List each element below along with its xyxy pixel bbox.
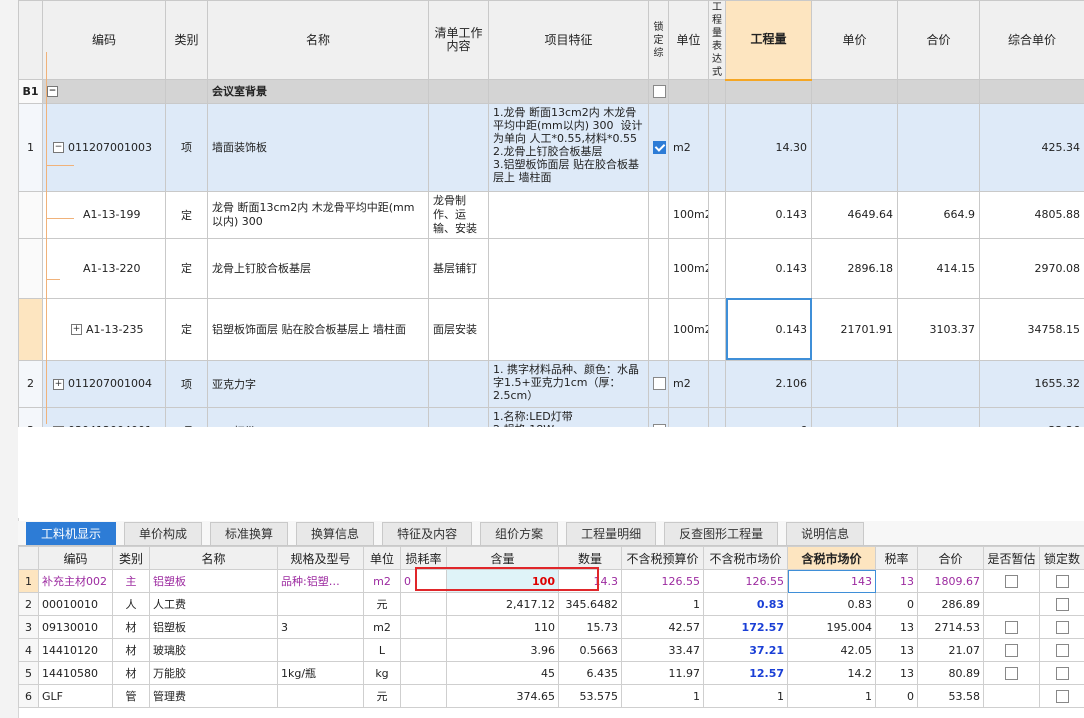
expand-icon[interactable]: + <box>53 378 64 390</box>
table-row[interactable]: 4 14410120 材 玻璃胶 L 3.96 0.5663 33.47 37.… <box>18 638 1084 662</box>
lock-checkbox-checked[interactable] <box>653 140 666 154</box>
table-row[interactable]: 3 09130010 材 铝塑板 3 m2 110 15.73 42.57 17… <box>18 615 1084 639</box>
tab-price-composition[interactable]: 单价构成 <box>124 522 203 545</box>
lcol-rate[interactable]: 税率 <box>875 546 918 570</box>
grid-empty-area <box>18 427 1084 518</box>
tree-line <box>46 52 47 424</box>
tab-standard-conversion[interactable]: 标准换算 <box>210 522 289 545</box>
group-name: 会议室背景 <box>207 79 429 104</box>
tab-conversion-info[interactable]: 换算信息 <box>296 522 375 545</box>
table-row[interactable]: A1-13-199 定 龙骨 断面13cm2内 木龙骨平均中距(mm以内) 30… <box>18 190 1084 239</box>
lcol-total[interactable]: 合价 <box>917 546 984 570</box>
left-row-strip <box>0 0 19 718</box>
table-row-selected[interactable]: + A1-13-235 定 铝塑板饰面层 贴在胶合板基层上 墙柱面 面层安装 10… <box>18 297 1084 361</box>
col-rownum <box>18 0 43 80</box>
lcol-pre-market[interactable]: 不含税市场价 <box>703 546 788 570</box>
lcol-qty[interactable]: 数量 <box>558 546 622 570</box>
content-input-cell[interactable]: 100 <box>446 569 559 593</box>
lcol-provisional[interactable]: 是否暂估 <box>983 546 1040 570</box>
collapse-icon[interactable]: − <box>53 142 64 153</box>
table-row[interactable]: 2 00010010 人 人工费 元 2,417.12 345.6482 1 0… <box>18 592 1084 616</box>
col-feature[interactable]: 项目特征 <box>488 0 649 80</box>
provisional-checkbox[interactable] <box>1005 574 1018 588</box>
materials-grid: 编码 类别 名称 规格及型号 单位 损耗率 含量 数量 不含税预算价 不含税市场… <box>18 546 1084 708</box>
lock-qty-checkbox[interactable] <box>1055 620 1069 634</box>
lcol-lock-qty[interactable]: 锁定数 <box>1039 546 1084 570</box>
lcol-loss[interactable]: 损耗率 <box>400 546 447 570</box>
tab-reverse-lookup[interactable]: 反查图形工程量 <box>664 522 779 545</box>
lcol-name[interactable]: 名称 <box>149 546 278 570</box>
table-row[interactable]: 1 补充主材002 主 铝塑板 品种:铝塑… m2 0 100 14.3 126… <box>18 569 1084 593</box>
tab-features-content[interactable]: 特征及内容 <box>382 522 473 545</box>
col-work-content[interactable]: 清单工作内容 <box>428 0 489 80</box>
bill-items-grid: 编码 类别 名称 清单工作内容 项目特征 锁定综 单位 工程量表达式 工程量 单… <box>18 0 1084 477</box>
lcol-type[interactable]: 类别 <box>112 546 150 570</box>
col-code[interactable]: 编码 <box>42 0 166 80</box>
expand-icon[interactable]: + <box>71 324 82 335</box>
provisional-checkbox[interactable] <box>1005 620 1018 634</box>
col-unit[interactable]: 单位 <box>668 0 709 80</box>
provisional-checkbox[interactable] <box>1005 666 1018 680</box>
group-lock-checkbox[interactable] <box>653 85 666 98</box>
lock-qty-checkbox[interactable] <box>1055 597 1069 611</box>
table-row[interactable]: 2 +011207001004 项 亚克力字 1. 携字材料品种、颜色：水晶字1… <box>18 359 1084 408</box>
upper-header-row: 编码 类别 名称 清单工作内容 项目特征 锁定综 单位 工程量表达式 工程量 单… <box>18 0 1084 81</box>
group-rownum: B1 <box>18 79 43 104</box>
tree-line <box>46 165 74 166</box>
col-unit-price[interactable]: 综合单价 <box>979 0 1084 80</box>
lcol-content[interactable]: 含量 <box>446 546 559 570</box>
col-qty[interactable]: 工程量 <box>725 0 812 81</box>
code-cell[interactable]: +011207001004 <box>42 359 166 408</box>
col-type[interactable]: 类别 <box>165 0 208 80</box>
feature-cell[interactable]: 1.龙骨 断面13cm2内 木龙骨平均中距(mm以内) 300 设计为单向 人工… <box>488 102 649 192</box>
col-qty-expr[interactable]: 工程量表达式 <box>708 0 726 80</box>
lock-qty-checkbox[interactable] <box>1055 666 1069 680</box>
lock-checkbox[interactable] <box>653 377 666 391</box>
active-qty-cell[interactable]: 0.143 <box>725 297 812 361</box>
group-code-cell[interactable]: − <box>42 79 166 104</box>
lcol-tax-market[interactable]: 含税市场价 <box>787 546 876 570</box>
code-cell[interactable]: + A1-13-235 <box>42 297 166 361</box>
lower-header-row: 编码 类别 名称 规格及型号 单位 损耗率 含量 数量 不含税预算价 不含税市场… <box>18 546 1084 570</box>
lcol-code[interactable]: 编码 <box>38 546 113 570</box>
table-row[interactable]: 1 −011207001003 项 墙面装饰板 1.龙骨 断面13cm2内 木龙… <box>18 102 1084 192</box>
collapse-icon[interactable]: − <box>47 86 58 98</box>
lcol-unit[interactable]: 单位 <box>363 546 401 570</box>
lock-qty-checkbox[interactable] <box>1055 689 1069 703</box>
lcol-pre-budget[interactable]: 不含税预算价 <box>621 546 704 570</box>
col-price[interactable]: 单价 <box>811 0 898 80</box>
col-total[interactable]: 合价 <box>897 0 980 80</box>
table-row[interactable]: A1-13-220 定 龙骨上钉胶合板基层 基层铺钉 100m2 0.143 2… <box>18 237 1084 299</box>
code-cell[interactable]: A1-13-199 <box>42 190 166 239</box>
tab-quantity-detail[interactable]: 工程量明细 <box>566 522 657 545</box>
lock-qty-checkbox[interactable] <box>1055 643 1069 657</box>
detail-tabs: 工料机显示 单价构成 标准换算 换算信息 特征及内容 组价方案 工程量明细 反查… <box>18 521 1084 546</box>
lcol-spec[interactable]: 规格及型号 <box>277 546 364 570</box>
group-row[interactable]: B1 − 会议室背景 <box>18 79 1084 104</box>
lock-qty-checkbox[interactable] <box>1055 574 1069 588</box>
table-row[interactable]: 6 GLF 管 管理费 元 374.65 53.575 1 1 1 0 53.5… <box>18 684 1084 708</box>
col-name[interactable]: 名称 <box>207 0 429 80</box>
table-row[interactable]: 5 14410580 材 万能胶 1kg/瓶 kg 45 6.435 11.97… <box>18 661 1084 685</box>
tab-pricing-scheme[interactable]: 组价方案 <box>480 522 559 545</box>
provisional-checkbox[interactable] <box>1005 643 1018 657</box>
code-cell[interactable]: A1-13-220 <box>42 237 166 299</box>
code-cell[interactable]: −011207001003 <box>42 102 166 192</box>
tab-material-display[interactable]: 工料机显示 <box>26 522 117 545</box>
col-lock[interactable]: 锁定综 <box>648 0 669 80</box>
tree-line <box>46 279 60 280</box>
tree-line <box>46 218 74 219</box>
tab-description[interactable]: 说明信息 <box>786 522 865 545</box>
